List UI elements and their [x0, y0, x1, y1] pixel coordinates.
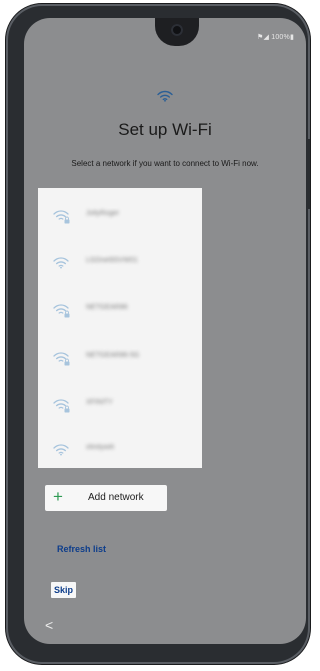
- network-name: NETGEAR86-5G: [86, 352, 140, 359]
- status-bar: ⚑◢ 100%▮: [257, 34, 294, 41]
- page-subtitle: Select a network if you want to connect …: [71, 159, 259, 168]
- network-item[interactable]: xfinitywifi: [38, 428, 202, 476]
- network-item[interactable]: XFINITY: [38, 383, 202, 431]
- network-item[interactable]: JollyRoger: [38, 194, 202, 242]
- plus-icon: +: [53, 487, 63, 506]
- add-network-button[interactable]: + Add network: [45, 485, 167, 511]
- network-name: xfinitywifi: [86, 444, 115, 451]
- network-name: LGDnet9SVW01: [86, 257, 138, 264]
- phone-screen: ⚑◢ 100%▮ Set up Wi-Fi Select a network i…: [24, 18, 306, 644]
- phone-frame: ⚑◢ 100%▮ Set up Wi-Fi Select a network i…: [6, 4, 310, 664]
- wifi-secured-icon: [53, 399, 70, 413]
- back-arrow-icon[interactable]: <: [45, 617, 53, 633]
- wifi-icon: [53, 444, 69, 456]
- add-network-label: Add network: [88, 492, 144, 503]
- network-name: JollyRoger: [86, 210, 120, 217]
- network-item[interactable]: NETGEAR86-5G: [38, 336, 202, 384]
- page-title: Set up Wi-Fi: [118, 120, 212, 139]
- network-item[interactable]: LGDnet9SVW01: [38, 241, 202, 289]
- wifi-secured-icon: [53, 210, 70, 224]
- side-button: [307, 139, 310, 209]
- wifi-secured-icon: [53, 352, 70, 366]
- wifi-icon: [157, 90, 173, 102]
- network-name: XFINITY: [86, 399, 113, 406]
- wifi-secured-icon: [53, 304, 70, 318]
- network-list: JollyRoger LGDnet9SVW01 NETGEAR86 NETGEA…: [38, 188, 202, 468]
- network-name: NETGEAR86: [86, 304, 128, 311]
- camera-notch: [155, 18, 199, 46]
- wifi-icon: [53, 257, 69, 269]
- network-item[interactable]: NETGEAR86: [38, 288, 202, 336]
- front-camera-icon: [171, 24, 183, 36]
- refresh-list-button[interactable]: Refresh list: [57, 544, 106, 554]
- skip-button[interactable]: Skip: [51, 582, 77, 598]
